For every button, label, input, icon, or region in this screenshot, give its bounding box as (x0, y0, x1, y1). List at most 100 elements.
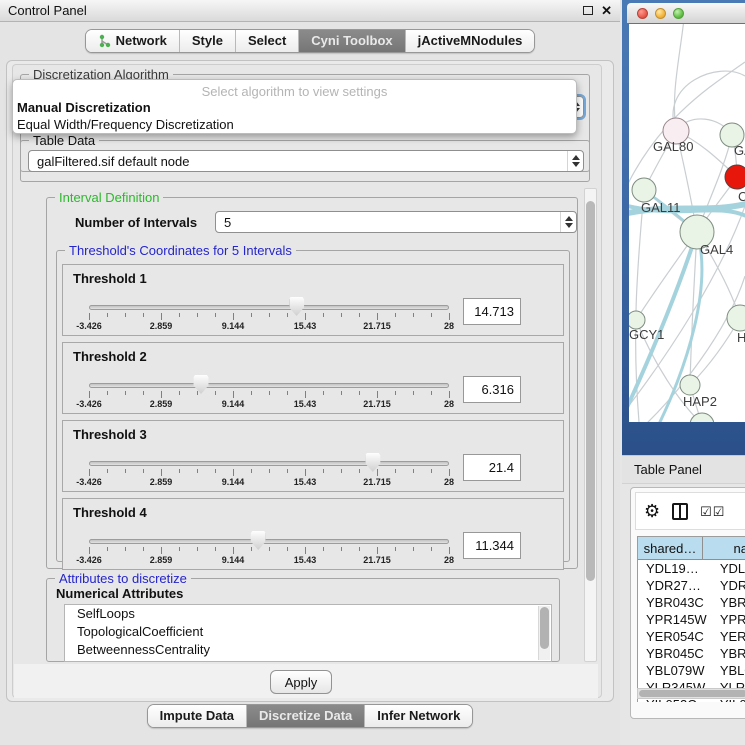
node-partial-right[interactable] (727, 305, 745, 331)
list-item[interactable]: TopologicalCoefficient (65, 623, 551, 641)
number-of-intervals-value: 5 (224, 215, 231, 230)
minimize-traffic-light-icon[interactable] (655, 8, 666, 19)
node-label: C (738, 189, 745, 204)
split-columns-icon[interactable] (672, 503, 688, 520)
threshold-4-slider[interactable] (89, 539, 449, 544)
node-table: shared… na YDL19…YDL1 YDR27…YDR2 YBR043C… (637, 536, 745, 702)
table-row[interactable]: YDL19…YDL1 (638, 560, 745, 577)
threshold-2-box: Threshold 2 -3.4262.8599.14415.4321.7152… (62, 342, 564, 414)
threshold-3-slider[interactable] (89, 461, 449, 466)
slider-ticks (89, 469, 449, 477)
list-item[interactable]: BetweennessCentrality (65, 641, 551, 659)
combo-stepper-icon[interactable] (567, 151, 583, 171)
table-row[interactable]: YPR145WYPR1 (638, 611, 745, 628)
number-of-intervals-combobox[interactable]: 5 (215, 211, 577, 233)
network-window-titlebar[interactable] (627, 3, 745, 23)
threshold-3-box: Threshold 3 -3.4262.8599.14415.4321.7152… (62, 420, 564, 492)
checkbox-icons[interactable]: ☑☑ (700, 505, 725, 518)
table-horizontal-scrollbar[interactable] (637, 688, 745, 699)
tab-discretize-data[interactable]: Discretize Data (247, 705, 365, 727)
threshold-2-slider[interactable] (89, 383, 449, 388)
list-item[interactable]: SelfLoops (65, 605, 551, 623)
tab-impute-data[interactable]: Impute Data (148, 705, 247, 727)
scrollbar-thumb[interactable] (639, 690, 745, 697)
slider-ticks (89, 547, 449, 555)
threshold-4-box: Threshold 4 -3.4262.8599.14415.4321.7152… (62, 498, 564, 570)
apply-button[interactable]: Apply (270, 670, 332, 694)
threshold-3-value-field[interactable]: 21.4 (463, 454, 521, 481)
slider-ticks (89, 391, 449, 399)
table-header-row: shared… na (638, 537, 745, 560)
zoom-traffic-light-icon[interactable] (673, 8, 684, 19)
control-panel: Control Panel ✕ Network Style Select Cyn… (0, 0, 620, 745)
threshold-1-value-field[interactable]: 14.713 (463, 298, 521, 325)
combo-stepper-icon[interactable] (560, 212, 576, 232)
threshold-4-label: Threshold 4 (73, 505, 147, 520)
node-hap2[interactable] (680, 375, 700, 395)
tab-cyni-toolbox[interactable]: Cyni Toolbox (299, 30, 405, 52)
scrollbar-thumb[interactable] (540, 607, 549, 649)
top-tabbar: Network Style Select Cyni Toolbox jActiv… (0, 29, 620, 53)
float-window-icon[interactable] (583, 6, 593, 15)
panel-vertical-scrollbar[interactable] (584, 188, 597, 662)
node-gal11[interactable] (632, 178, 656, 202)
option-manual-discretization[interactable]: Manual Discretization (13, 99, 576, 116)
threshold-2-value-field[interactable]: 6.316 (463, 376, 521, 403)
tab-jactivemnodules[interactable]: jActiveMNodules (406, 30, 535, 52)
node-partial-bottom[interactable] (690, 413, 714, 422)
tab-infer-network[interactable]: Infer Network (365, 705, 472, 727)
column-header-name[interactable]: na (703, 537, 745, 560)
node-label: GAL4 (700, 242, 733, 257)
network-canvas[interactable]: GAL80 GA C GAL11 GAL4 GCY1 H HAP2 (629, 24, 745, 422)
numerical-attributes-label: Numerical Attributes (56, 586, 183, 601)
table-panel-header: Table Panel (622, 455, 745, 484)
column-header-shared-name[interactable]: shared… (638, 537, 703, 560)
bottom-tabbar: Impute Data Discretize Data Infer Networ… (0, 704, 620, 728)
thresholds-group-title: Threshold's Coordinates for 5 Intervals (65, 243, 296, 258)
slider-tick-labels: -3.4262.8599.14415.4321.71528 (89, 321, 449, 332)
algorithm-dropdown-popup: Select algorithm to view settings Manual… (12, 79, 577, 134)
table-panel-title: Table Panel (634, 462, 702, 477)
close-icon[interactable]: ✕ (601, 4, 612, 17)
number-of-intervals-label: Number of Intervals (75, 215, 197, 230)
slider-ticks (89, 313, 449, 321)
list-vertical-scrollbar[interactable] (538, 606, 550, 660)
node-label: GAL80 (653, 139, 693, 154)
table-panel-card: ⚙ ☑☑ shared… na YDL19…YDL1 YDR27…YDR2 YB… (630, 487, 745, 719)
threshold-1-box: Threshold 1 -3.4262.8599.14415.4321.7152… (62, 264, 564, 336)
tab-select[interactable]: Select (236, 30, 299, 52)
numerical-attributes-list: SelfLoops TopologicalCoefficient Between… (64, 604, 552, 662)
table-row[interactable]: YER054CYER0 (638, 628, 745, 645)
algorithm-hint: Select algorithm to view settings (13, 80, 576, 99)
threshold-3-label: Threshold 3 (73, 427, 147, 442)
table-data-title: Table Data (29, 133, 99, 148)
tab-network-label: Network (116, 33, 167, 48)
table-toolbar: ⚙ ☑☑ (635, 492, 745, 530)
interval-definition-title: Interval Definition (55, 190, 163, 205)
table-row[interactable]: YBR043CYBR0 (638, 594, 745, 611)
node-label: GAL11 (641, 200, 681, 215)
scrollbar-thumb[interactable] (586, 201, 595, 581)
option-equal-width-frequency[interactable]: Equal Width/Frequency Discretization (13, 116, 576, 133)
node-label: GCY1 (629, 327, 664, 342)
table-data-value: galFiltered.sif default node (37, 154, 189, 169)
gear-icon[interactable]: ⚙ (644, 502, 660, 520)
tab-style[interactable]: Style (180, 30, 236, 52)
attributes-group-title: Attributes to discretize (55, 571, 191, 586)
control-panel-titlebar: Control Panel ✕ (0, 0, 620, 22)
threshold-4-value-field[interactable]: 11.344 (463, 532, 521, 559)
table-row[interactable]: YBR045CYBR0 (638, 645, 745, 662)
tab-network[interactable]: Network (86, 30, 180, 52)
node-label: GA (734, 143, 745, 158)
close-traffic-light-icon[interactable] (637, 8, 648, 19)
network-nodes (629, 118, 745, 422)
table-data-combobox[interactable]: galFiltered.sif default node (28, 150, 584, 172)
table-row[interactable]: YBL079WYBL0 (638, 662, 745, 679)
panel-title: Control Panel (8, 3, 87, 18)
node-red-selected[interactable] (725, 165, 745, 189)
slider-tick-labels: -3.4262.8599.14415.4321.71528 (89, 555, 449, 566)
node-label: H (737, 330, 745, 345)
threshold-1-slider[interactable] (89, 305, 449, 310)
table-row[interactable]: YDR27…YDR2 (638, 577, 745, 594)
slider-tick-labels: -3.4262.8599.14415.4321.71528 (89, 477, 449, 488)
